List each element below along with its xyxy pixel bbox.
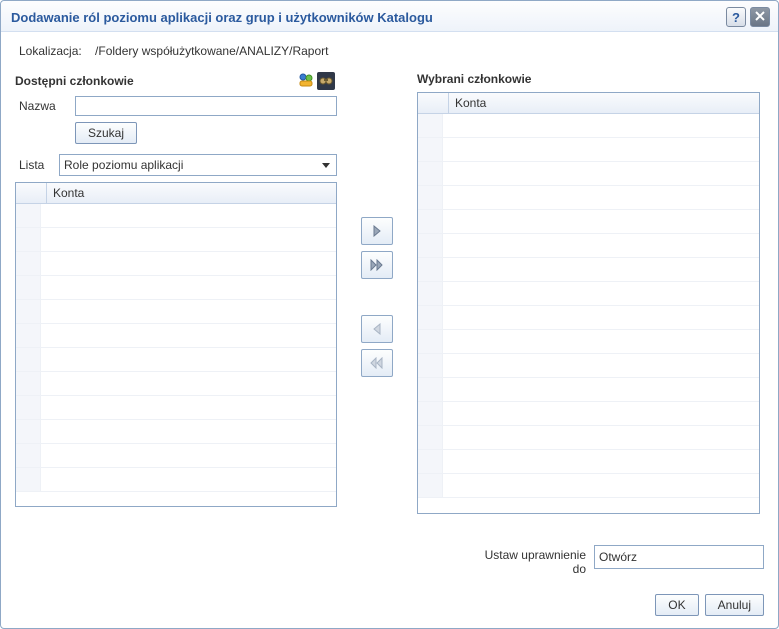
table-row[interactable] (418, 114, 759, 138)
table-row[interactable] (418, 474, 759, 498)
cancel-button[interactable]: Anuluj (705, 594, 764, 616)
columns: Dostępni członkowie (15, 72, 764, 537)
transfer-buttons (337, 72, 417, 537)
table-row[interactable] (418, 378, 759, 402)
selected-grid[interactable]: Konta (417, 92, 760, 514)
chevron-down-icon (322, 163, 330, 168)
available-header-row: Dostępni członkowie (15, 72, 337, 90)
grid-select-header (16, 183, 47, 203)
selected-panel: Wybrani członkowie Konta (417, 72, 764, 537)
available-grid-head: Konta (16, 183, 336, 204)
selected-header-row: Wybrani członkowie (417, 72, 760, 86)
table-row[interactable] (16, 372, 336, 396)
close-icon (755, 10, 765, 24)
available-column-header: Konta (47, 183, 336, 203)
list-combo-text: Role poziomu aplikacji (64, 158, 322, 172)
selected-grid-head: Konta (418, 93, 759, 114)
table-row[interactable] (418, 210, 759, 234)
chevron-left-icon (371, 323, 383, 335)
selected-grid-body (418, 114, 759, 513)
location-path: /Foldery współużytkowane/ANALIZY/Raport (95, 44, 328, 58)
chevron-right-icon (371, 225, 383, 237)
binoculars-icon (319, 73, 333, 90)
ok-button[interactable]: OK (655, 594, 698, 616)
binoculars-icon-button[interactable] (317, 72, 335, 90)
grid-select-header (418, 93, 449, 113)
search-button[interactable]: Szukaj (75, 122, 137, 144)
table-row[interactable] (418, 330, 759, 354)
help-icon: ? (732, 10, 740, 25)
search-row: Szukaj (15, 122, 337, 144)
available-header: Dostępni członkowie (15, 74, 297, 88)
dialog-body: Lokalizacja: /Foldery współużytkowane/AN… (1, 32, 778, 537)
table-row[interactable] (418, 186, 759, 210)
available-grid[interactable]: Konta (15, 182, 337, 507)
move-right-button[interactable] (361, 217, 393, 245)
table-row[interactable] (16, 444, 336, 468)
name-row: Nazwa (15, 96, 337, 116)
move-all-left-button[interactable] (361, 349, 393, 377)
table-row[interactable] (16, 468, 336, 492)
permission-row: Ustaw uprawnienie do Otwórz (15, 545, 764, 576)
permission-label-line2: do (573, 562, 586, 576)
name-label: Nazwa (15, 99, 75, 113)
double-chevron-right-icon (370, 259, 384, 271)
table-row[interactable] (418, 258, 759, 282)
help-button[interactable]: ? (726, 7, 746, 27)
table-row[interactable] (418, 162, 759, 186)
table-row[interactable] (16, 324, 336, 348)
close-button[interactable] (750, 7, 770, 27)
permission-label-line1: Ustaw uprawnienie (485, 548, 586, 562)
table-row[interactable] (418, 426, 759, 450)
table-row[interactable] (418, 282, 759, 306)
table-row[interactable] (16, 396, 336, 420)
table-row[interactable] (16, 420, 336, 444)
titlebar-icons: ? (726, 7, 770, 27)
move-left-button[interactable] (361, 315, 393, 343)
table-row[interactable] (418, 450, 759, 474)
available-header-icons (297, 72, 335, 90)
table-row[interactable] (418, 234, 759, 258)
table-row[interactable] (16, 228, 336, 252)
footer: Ustaw uprawnienie do Otwórz OK Anuluj (1, 537, 778, 628)
action-row: OK Anuluj (15, 594, 764, 616)
dialog: Dodawanie ról poziomu aplikacji oraz gru… (0, 0, 779, 629)
table-row[interactable] (16, 204, 336, 228)
table-row[interactable] (16, 276, 336, 300)
list-combo[interactable]: Role poziomu aplikacji (59, 154, 337, 176)
permission-label: Ustaw uprawnienie do (485, 545, 594, 576)
dialog-title: Dodawanie ról poziomu aplikacji oraz gru… (11, 10, 726, 25)
name-input[interactable] (75, 96, 337, 116)
table-row[interactable] (16, 300, 336, 324)
list-label: Lista (15, 158, 59, 172)
titlebar: Dodawanie ról poziomu aplikacji oraz gru… (1, 1, 778, 32)
list-row: Lista Role poziomu aplikacji (15, 154, 337, 176)
table-row[interactable] (16, 252, 336, 276)
location-label: Lokalizacja: (19, 44, 82, 58)
table-row[interactable] (418, 354, 759, 378)
available-grid-body (16, 204, 336, 506)
available-panel: Dostępni członkowie (15, 72, 337, 537)
table-row[interactable] (418, 138, 759, 162)
users-icon-button[interactable] (297, 72, 315, 90)
selected-header: Wybrani członkowie (417, 72, 760, 86)
move-all-right-button[interactable] (361, 251, 393, 279)
users-icon (298, 72, 314, 91)
permission-combo[interactable]: Otwórz (594, 545, 764, 569)
selected-column-header: Konta (449, 93, 759, 113)
location-row: Lokalizacja: /Foldery współużytkowane/AN… (15, 40, 764, 72)
permission-combo-text: Otwórz (599, 550, 759, 564)
table-row[interactable] (16, 348, 336, 372)
double-chevron-left-icon (370, 357, 384, 369)
table-row[interactable] (418, 306, 759, 330)
table-row[interactable] (418, 402, 759, 426)
